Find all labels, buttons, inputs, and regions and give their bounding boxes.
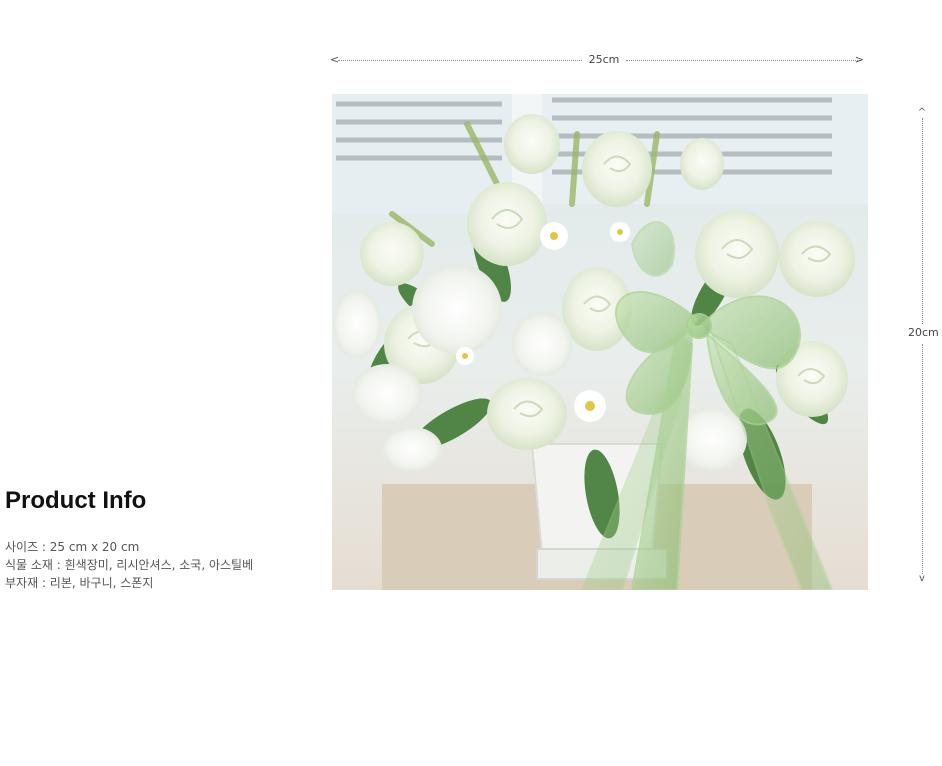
product-photo (332, 94, 868, 590)
product-info-title: Product Info (5, 487, 147, 514)
product-info: Product Info 사이즈 : 25 cm x 20 cm 식물 소재 :… (5, 486, 325, 592)
width-label: 25cm (588, 53, 620, 66)
product-materials-line: 식물 소재 : 흰색장미, 리시안셔스, 소국, 아스틸베 (5, 558, 254, 572)
width-dimension: < 25cm > (330, 52, 866, 68)
dimension-line (626, 60, 860, 61)
product-accessories-line: 부자재 : 리본, 바구니, 스폰지 (5, 576, 154, 590)
arrow-right-icon: > (854, 53, 864, 66)
arrow-down-icon: v (919, 573, 925, 584)
height-label: 20cm (908, 325, 939, 341)
dimension-line (922, 118, 923, 324)
height-dimension: ^ 20cm v (900, 106, 942, 586)
product-size-line: 사이즈 : 25 cm x 20 cm (5, 540, 140, 554)
arrow-up-icon: ^ (917, 107, 927, 118)
dimension-line (922, 344, 923, 574)
dimension-line (338, 60, 582, 61)
